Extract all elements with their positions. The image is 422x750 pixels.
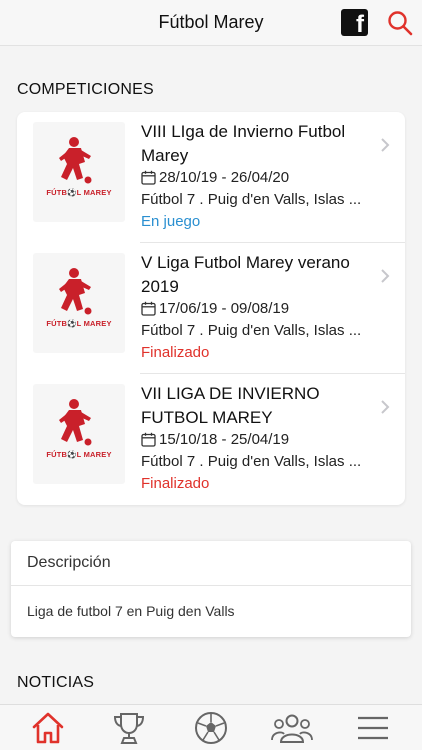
chevron-right-icon: [381, 138, 390, 152]
group-icon[interactable]: [270, 710, 314, 746]
competition-place: Fútbol 7 . Puig d'en Valls, Islas ...: [141, 191, 362, 208]
competition-place: Fútbol 7 . Puig d'en Valls, Islas ...: [141, 453, 362, 470]
competition-dates: 28/10/19 - 26/04/20: [141, 169, 289, 186]
calendar-icon: [141, 432, 156, 447]
competition-logo-text: FÚTB⚽L MAREY: [46, 319, 112, 328]
description-body: Liga de futbol 7 en Puig den Valls: [27, 603, 235, 619]
top-bar: Fútbol Marey f: [0, 0, 422, 46]
competition-name: VIII LIga de Invierno Futbol Marey: [141, 122, 346, 165]
competition-dates-text: 17/06/19 - 09/08/19: [159, 300, 290, 317]
search-icon[interactable]: [386, 9, 414, 37]
description-card: Descripción Liga de futbol 7 en Puig den…: [11, 541, 411, 637]
bottom-tab-bar: [0, 704, 422, 750]
competition-name: V Liga Futbol Marey verano 2019: [141, 253, 350, 296]
competition-item[interactable]: FÚTB⚽L MAREY VII LIGA DE INVIERNO FUTBOL…: [17, 374, 405, 505]
competition-status: En juego: [141, 213, 201, 230]
competitions-list: FÚTB⚽L MAREY VIII LIga de Invierno Futbo…: [17, 112, 405, 505]
competition-logo-text: FÚTB⚽L MAREY: [46, 188, 112, 197]
competition-logo-text: FÚTB⚽L MAREY: [46, 450, 112, 459]
competition-dates: 15/10/18 - 25/04/19: [141, 431, 289, 448]
competition-logo: FÚTB⚽L MAREY: [33, 122, 125, 222]
menu-icon[interactable]: [355, 710, 391, 746]
competition-logo: FÚTB⚽L MAREY: [33, 384, 125, 484]
chevron-right-icon: [381, 400, 390, 414]
chevron-right-icon: [381, 269, 390, 283]
competitions-section-title: COMPETICIONES: [17, 81, 154, 98]
competition-dates-text: 15/10/18 - 25/04/19: [159, 431, 290, 448]
competition-status: Finalizado: [141, 344, 210, 361]
competition-name: VII LIGA DE INVIERNO FUTBOL MAREY: [141, 384, 320, 427]
ball-icon[interactable]: [193, 710, 229, 746]
news-section-title: NOTICIAS: [17, 674, 95, 691]
competition-dates: 17/06/19 - 09/08/19: [141, 300, 289, 317]
home-icon[interactable]: [30, 710, 66, 746]
calendar-icon: [141, 170, 156, 185]
trophy-icon[interactable]: [111, 710, 147, 746]
competition-dates-text: 28/10/19 - 26/04/20: [159, 169, 290, 186]
competition-status: Finalizado: [141, 475, 210, 492]
competition-item[interactable]: FÚTB⚽L MAREY VIII LIga de Invierno Futbo…: [17, 112, 405, 243]
description-title: Descripción: [27, 554, 111, 571]
competition-logo: FÚTB⚽L MAREY: [33, 253, 125, 353]
facebook-icon[interactable]: f: [341, 9, 368, 38]
competition-item[interactable]: FÚTB⚽L MAREY V Liga Futbol Marey verano …: [17, 243, 405, 374]
competition-place: Fútbol 7 . Puig d'en Valls, Islas ...: [141, 322, 362, 339]
calendar-icon: [141, 301, 156, 316]
